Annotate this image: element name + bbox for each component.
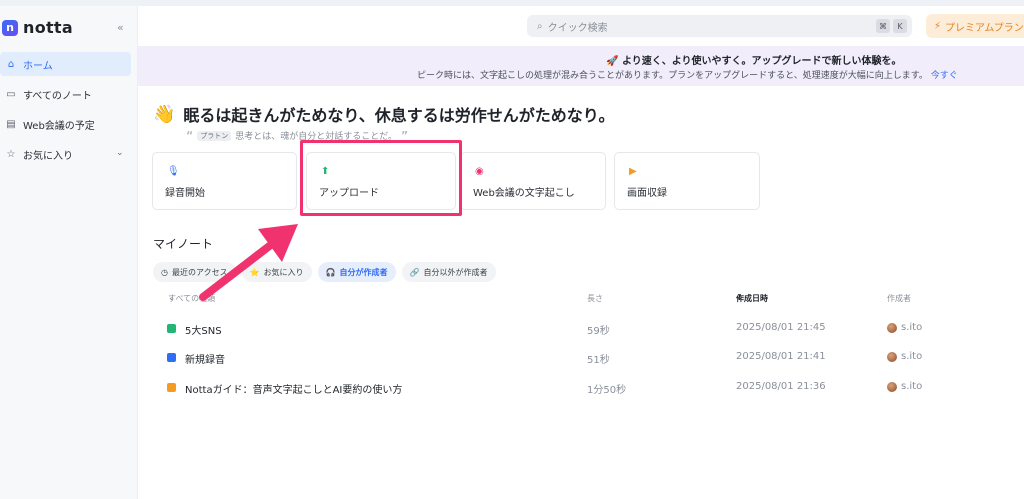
greeting-title: 眠るは起きんがためなり、休息するは労作せんがためなり。 <box>183 106 615 125</box>
search-placeholder: クイック検索 <box>547 22 608 34</box>
home-icon: ⌂ <box>7 58 15 70</box>
sidebar-item-meeting-schedule[interactable]: ▤ Web会議の予定 <box>0 112 132 136</box>
filter-recent-access[interactable]: ◷ 最近のアクセス <box>153 262 236 282</box>
filter-label: お気に入り <box>263 267 304 277</box>
sidebar-item-label: Web会議の予定 <box>23 120 95 132</box>
sidebar-item-label: お気に入り <box>23 150 73 162</box>
microphone-icon: 🎙 <box>167 166 180 177</box>
filter-label: 最近のアクセス <box>171 267 228 277</box>
card-label: 録音開始 <box>165 188 205 199</box>
notta-logo-icon: n <box>2 19 18 36</box>
sidebar-item-label: ホーム <box>23 60 53 72</box>
window-top-strip <box>0 0 1024 6</box>
video-file-icon <box>167 383 176 392</box>
avatar <box>887 382 897 392</box>
note-length: 1分50秒 <box>587 385 627 396</box>
table-row[interactable]: 新規録音 51秒 2025/08/01 21:41 s.ito <box>153 344 1024 372</box>
k-key-badge: K <box>893 19 907 33</box>
note-length: 59秒 <box>587 326 610 337</box>
arrow-head <box>258 224 298 262</box>
record-start-card[interactable]: 🎙 録音開始 <box>152 152 297 210</box>
upgrade-now-link[interactable]: 今すぐ <box>931 71 958 81</box>
my-notes-title: マイノート <box>153 237 214 251</box>
headphones-icon: 🎧 <box>325 267 336 277</box>
premium-plan-button[interactable]: ⚡ プレミアムプラン <box>926 14 1024 38</box>
column-label: すべての種類 <box>168 294 216 303</box>
card-label: Web会議の文字起こし <box>473 188 575 199</box>
sidebar-nav: ⌂ ホーム ▭ すべてのノート ▤ Web会議の予定 ☆ お気に入り ⌄ <box>0 52 138 172</box>
card-label: 画面収録 <box>627 188 667 199</box>
banner-subtitle: ピーク時には、文字起こしの処理が混み合うことがあります。プランをアップグレードす… <box>417 68 958 81</box>
web-meeting-transcription-card[interactable]: ◉ Web会議の文字起こし <box>460 152 606 210</box>
upgrade-banner: 🚀 より速く、より使いやすく。アップグレードで新しい体験を。 ピーク時には、文字… <box>138 46 1024 86</box>
sidebar: n notta « ⌂ ホーム ▭ すべてのノート ▤ Web会議の予定 ☆ お… <box>0 6 138 499</box>
notes-table-header: すべての種類 ⌄ 長さ 作成日時 ↓ 作成者 <box>0 293 1024 307</box>
note-length: 51秒 <box>587 355 610 366</box>
filter-created-by-others[interactable]: 🔗 自分以外が作成者 <box>401 262 496 282</box>
open-quote-icon: “ <box>186 129 194 142</box>
sidebar-item-favorites[interactable]: ☆ お気に入り ⌄ <box>0 142 132 166</box>
length-column-header[interactable]: 長さ <box>587 293 603 304</box>
filter-label: 自分以外が作成者 <box>423 267 488 277</box>
note-name: Nottaガイド：音声文字起こしとAI要約の使い方 <box>185 385 403 396</box>
avatar <box>887 323 897 333</box>
chevron-down-icon: ⌄ <box>168 293 175 302</box>
screen-record-icon: ▶ <box>629 166 637 177</box>
note-created: 2025/08/01 21:45 <box>736 322 826 333</box>
note-creator: s.ito <box>901 351 923 362</box>
brand-name: notta <box>23 18 73 37</box>
link-icon: 🔗 <box>409 267 420 277</box>
note-name: 5大SNS <box>185 326 222 337</box>
filter-created-by-me[interactable]: 🎧 自分が作成者 <box>317 262 396 282</box>
search-icon: ⌕ <box>537 20 543 32</box>
chevron-down-icon[interactable]: ⌄ <box>116 148 124 158</box>
note-creator: s.ito <box>901 381 923 392</box>
filter-favorites[interactable]: ⭐ お気に入り <box>241 262 312 282</box>
creator-column-header[interactable]: 作成者 <box>887 293 911 304</box>
star-icon: ⭐ <box>249 267 260 277</box>
filter-label: 自分が作成者 <box>339 267 388 277</box>
search-input[interactable]: ⌕ クイック検索 ⌘ K <box>527 15 912 37</box>
command-key-badge: ⌘ <box>876 19 890 33</box>
lightning-icon: ⚡ <box>934 20 942 32</box>
quote-author: プラトン <box>197 130 232 141</box>
screen-record-card[interactable]: ▶ 画面収録 <box>614 152 760 210</box>
meeting-icon: ◉ <box>475 166 484 177</box>
clock-icon: ◷ <box>161 267 168 277</box>
banner-title-text: より速く、より使いやすく。アップグレードで新しい体験を。 <box>621 56 902 67</box>
star-icon: ☆ <box>6 148 16 160</box>
premium-plan-label: プレミアムプラン <box>945 22 1024 34</box>
note-created: 2025/08/01 21:41 <box>736 351 826 362</box>
sort-down-icon: ↓ <box>736 293 743 302</box>
sidebar-item-all-notes[interactable]: ▭ すべてのノート <box>0 82 132 106</box>
banner-title: 🚀 より速く、より使いやすく。アップグレードで新しい体験を。 <box>606 52 902 67</box>
table-row[interactable]: 5大SNS 59秒 2025/08/01 21:45 s.ito <box>153 315 1024 343</box>
collapse-sidebar-icon[interactable]: « <box>117 21 124 34</box>
recording-file-icon <box>167 353 176 362</box>
brand[interactable]: n notta <box>2 18 73 37</box>
table-row[interactable]: Nottaガイド：音声文字起こしとAI要約の使い方 1分50秒 2025/08/… <box>153 374 1024 402</box>
avatar <box>887 352 897 362</box>
upload-highlight-box <box>300 140 462 216</box>
waving-hand-icon: 👋 <box>153 103 176 125</box>
greeting: 👋 眠るは起きんがためなり、休息するは労作せんがためなり。 <box>153 102 614 126</box>
note-created: 2025/08/01 21:36 <box>736 381 826 392</box>
note-name: 新規録音 <box>185 355 225 366</box>
folder-icon: ▭ <box>6 88 16 100</box>
banner-subtitle-text: ピーク時には、文字起こしの処理が混み合うことがあります。プランをアップグレードす… <box>417 71 928 81</box>
calendar-icon: ▤ <box>6 118 16 130</box>
rocket-icon: 🚀 <box>606 56 619 67</box>
audio-file-icon <box>167 324 176 333</box>
note-filters: ◷ 最近のアクセス ⭐ お気に入り 🎧 自分が作成者 🔗 自分以外が作成者 <box>153 262 496 282</box>
note-creator: s.ito <box>901 322 923 333</box>
sidebar-item-label: すべてのノート <box>23 90 92 102</box>
sidebar-item-home[interactable]: ⌂ ホーム <box>0 52 131 76</box>
